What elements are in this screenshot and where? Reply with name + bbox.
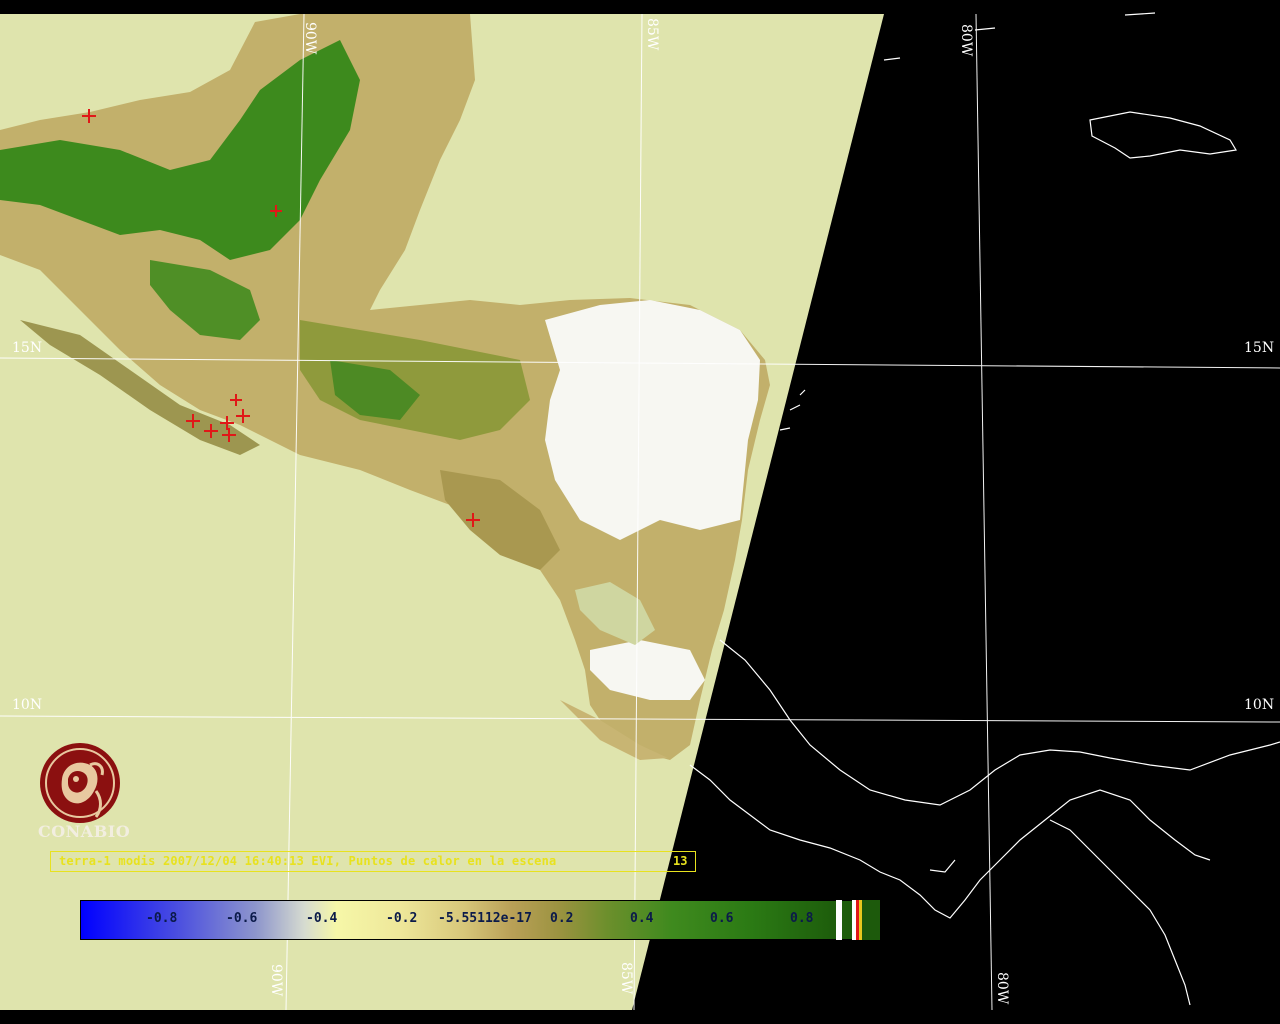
colorbar-label: -5.55112e-17 [438,911,532,926]
colorbar-label: -0.6 [226,911,258,926]
lat-label-10n-left: 10N [12,697,43,713]
colorbar-end-stripe [862,900,880,940]
conabio-logo-icon [40,743,120,823]
lon-label-90w-top: 90W [302,22,318,55]
lon-label-85w-bottom: 85W [618,962,634,995]
scene-caption: terra-1 modis 2007/12/04 16:40:13 EVI, P… [50,851,696,872]
lat-label-10n-right: 10N [1244,697,1275,713]
logo-text: CONABIO [38,822,131,841]
lon-label-85w-top: 85W [644,18,660,51]
colorbar-cloud-stripe [836,900,842,940]
colorbar-label: -0.2 [386,911,418,926]
lon-label-90w-bottom: 90W [268,964,284,997]
lon-label-80w-bottom: 80W [994,972,1010,1005]
colorbar-label: 0.4 [630,911,654,926]
colorbar-label: -0.4 [306,911,338,926]
colorbar-label: 0.8 [790,911,814,926]
colorbar-label: 0.6 [710,911,734,926]
caption-text: terra-1 modis 2007/12/04 16:40:13 EVI, P… [59,854,557,868]
map-viewer: 90W 85W 80W 90W 85W 80W 15N 15N 10N 10N … [0,0,1280,1024]
hotspot-count: 13 [673,854,688,868]
lon-label-80w-top: 80W [958,24,974,57]
colorbar-label: 0.2 [550,911,574,926]
lat-label-15n-left: 15N [12,340,43,356]
lat-label-15n-right: 15N [1244,340,1275,356]
colorbar-label: -0.8 [146,911,178,926]
